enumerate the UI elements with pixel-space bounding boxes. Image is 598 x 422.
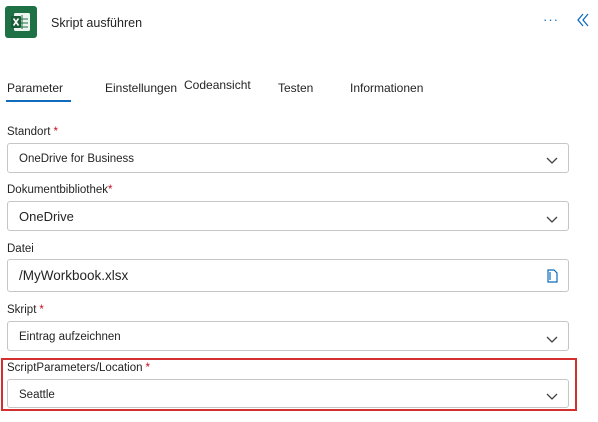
skript-dropdown[interactable]: Eintrag aufzeichnen (7, 321, 569, 351)
action-title: Skript ausführen (51, 16, 143, 30)
location-label: ScriptParameters/Location * (7, 362, 150, 374)
tab-codeansicht[interactable]: Codeansicht (184, 78, 251, 92)
tab-einstellungen[interactable]: Einstellungen (105, 81, 177, 95)
tab-testen[interactable]: Testen (278, 81, 313, 95)
tab-parameter[interactable]: Parameter (5, 81, 72, 102)
datei-label: Datei (7, 243, 34, 255)
bibliothek-label: Dokumentbibliothek* (7, 184, 113, 196)
chevron-down-icon (546, 152, 558, 170)
skript-value: Eintrag aufzeichnen (19, 331, 121, 343)
skript-label: Skript * (7, 304, 44, 316)
bibliothek-value: OneDrive (19, 209, 74, 224)
more-options-button[interactable]: ··· (543, 12, 559, 27)
location-dropdown[interactable]: Seattle (7, 379, 569, 408)
required-marker: * (39, 304, 44, 316)
chevron-down-icon (546, 211, 558, 229)
required-marker: * (53, 126, 58, 138)
file-picker-icon[interactable] (545, 268, 559, 289)
standort-value: OneDrive for Business (19, 153, 135, 165)
collapse-icon[interactable] (576, 12, 590, 33)
action-header: Skript ausführen ··· (0, 0, 598, 48)
tab-informationen[interactable]: Informationen (350, 81, 423, 95)
datei-value: /MyWorkbook.xlsx (19, 268, 129, 283)
excel-icon (5, 6, 37, 38)
chevron-down-icon (546, 331, 558, 349)
standort-label: Standort * (7, 126, 58, 138)
datei-input[interactable]: /MyWorkbook.xlsx (7, 259, 569, 292)
standort-dropdown[interactable]: OneDrive for Business (7, 143, 569, 173)
required-marker: * (108, 184, 113, 196)
bibliothek-dropdown[interactable]: OneDrive (7, 201, 569, 231)
location-value: Seattle (19, 389, 55, 401)
required-marker: * (145, 362, 150, 374)
chevron-down-icon (546, 388, 558, 406)
tab-bar: Parameter Einstellungen Codeansicht Test… (0, 78, 598, 102)
